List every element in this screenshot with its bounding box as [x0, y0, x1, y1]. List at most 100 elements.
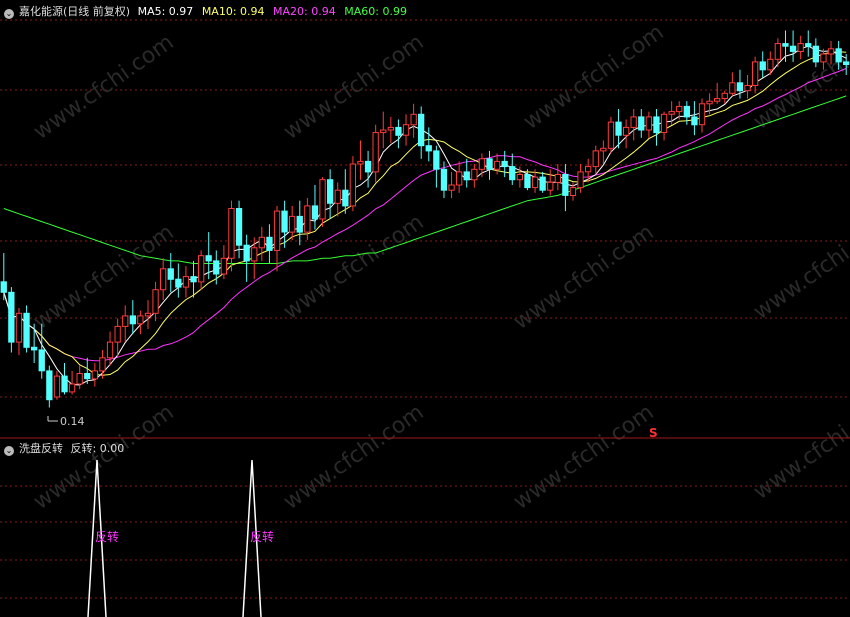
candle-down [84, 373, 91, 380]
candle-up [122, 315, 129, 327]
candle-up [744, 85, 751, 92]
candle-down [23, 312, 30, 348]
candle-up [53, 375, 61, 398]
candle-up [767, 58, 774, 71]
candle-down [205, 255, 212, 262]
candle-up [99, 357, 106, 372]
candle-down [129, 315, 136, 325]
chart-canvas: www.cfchi.com www.cfchi.com www.cfchi.com w… [0, 19, 850, 617]
candle-up [698, 103, 706, 126]
candle-up [471, 168, 478, 181]
candle-up [478, 158, 486, 170]
candle-down [266, 236, 273, 251]
candle-up [114, 325, 121, 343]
candle-down [243, 244, 250, 262]
candle-down [342, 189, 349, 207]
candle-up [577, 171, 584, 189]
candle-up [160, 268, 167, 291]
candle-down [281, 210, 288, 233]
candle-down [425, 145, 432, 152]
candle-up [516, 174, 524, 181]
candle-up [372, 132, 379, 173]
panel-collapse-icon[interactable]: ⌄ [4, 9, 14, 19]
candle-down [235, 208, 243, 246]
candle-down [327, 179, 334, 204]
candle-up [600, 147, 607, 152]
candle-up [623, 126, 630, 136]
candle-down [805, 43, 812, 47]
candle-down [433, 150, 440, 170]
candle-up [402, 124, 410, 136]
candle-down [562, 174, 569, 196]
candle-up [531, 176, 539, 189]
panel-collapse-icon[interactable]: ⌄ [4, 446, 14, 456]
candle-down [0, 281, 7, 293]
candle-down [812, 45, 820, 63]
candle-up [15, 312, 23, 343]
candle-up [137, 315, 144, 325]
ma5-line [3, 45, 847, 386]
candle-up [660, 113, 668, 134]
candle-down [31, 346, 38, 351]
candle-down [175, 278, 182, 288]
candle-up [76, 373, 83, 385]
candle-down [296, 215, 303, 233]
stock-title: 嘉化能源(日线 前复权) [19, 5, 131, 18]
watermark-text: www.cfchi.com [29, 30, 178, 145]
candle-up [198, 255, 205, 283]
candle-down [167, 268, 174, 280]
candle-up [91, 370, 98, 380]
candle-up [554, 174, 562, 183]
candle-up [456, 171, 463, 186]
low-price-label: 0.14 [60, 415, 85, 428]
candle-down [509, 166, 516, 181]
candle-up [220, 257, 227, 275]
watermark-text: www.cfchi.com [749, 210, 850, 325]
candle-down [789, 45, 797, 52]
candle-up [569, 187, 577, 197]
sub-panel-header: ⌄ 洗盘反转 反转: 0.00 [4, 442, 129, 456]
sell-signal-marker: S [649, 426, 658, 440]
candlestick-series [0, 30, 850, 408]
candle-down [311, 205, 319, 220]
candle-down [539, 176, 546, 191]
candle-up [258, 236, 266, 249]
candle-up [547, 181, 554, 191]
ma5-label: MA5: 0.97 [137, 5, 194, 18]
candle-up [380, 129, 387, 134]
candle-up [349, 163, 357, 207]
sub-panel-title: 洗盘反转 [19, 442, 63, 455]
candle-up [68, 383, 76, 393]
candle-up [289, 215, 296, 233]
candle-down [46, 370, 53, 401]
candle-up [304, 205, 311, 233]
candle-up [334, 189, 341, 204]
candle-down [190, 276, 197, 283]
candle-up [706, 100, 713, 105]
ma60-line [3, 95, 847, 264]
signal-label: 反转 [95, 529, 119, 544]
candle-down [364, 160, 372, 173]
signal-label: 反转 [250, 529, 274, 544]
candle-up [273, 210, 281, 251]
candle-down [8, 291, 15, 343]
candle-down [653, 116, 660, 134]
candle-down [524, 174, 531, 189]
candle-down [843, 61, 850, 66]
candle-up [144, 312, 152, 317]
candle-up [182, 276, 190, 288]
candle-down [395, 126, 402, 136]
candle-up [592, 150, 599, 168]
watermark-text: www.cfchi.com [509, 400, 658, 515]
signal-panel: 反转 反转 [87, 459, 274, 617]
candle-down [835, 48, 842, 63]
candle-up [668, 111, 675, 115]
candle-down [486, 158, 493, 170]
signal-value-label: 反转: 0.00 [70, 442, 125, 455]
candle-up [106, 341, 114, 359]
candle-up [676, 105, 683, 113]
candle-up [721, 92, 728, 100]
ma60-label: MA60: 0.99 [344, 5, 407, 18]
candle-up [228, 208, 235, 259]
candle-up [752, 61, 759, 87]
